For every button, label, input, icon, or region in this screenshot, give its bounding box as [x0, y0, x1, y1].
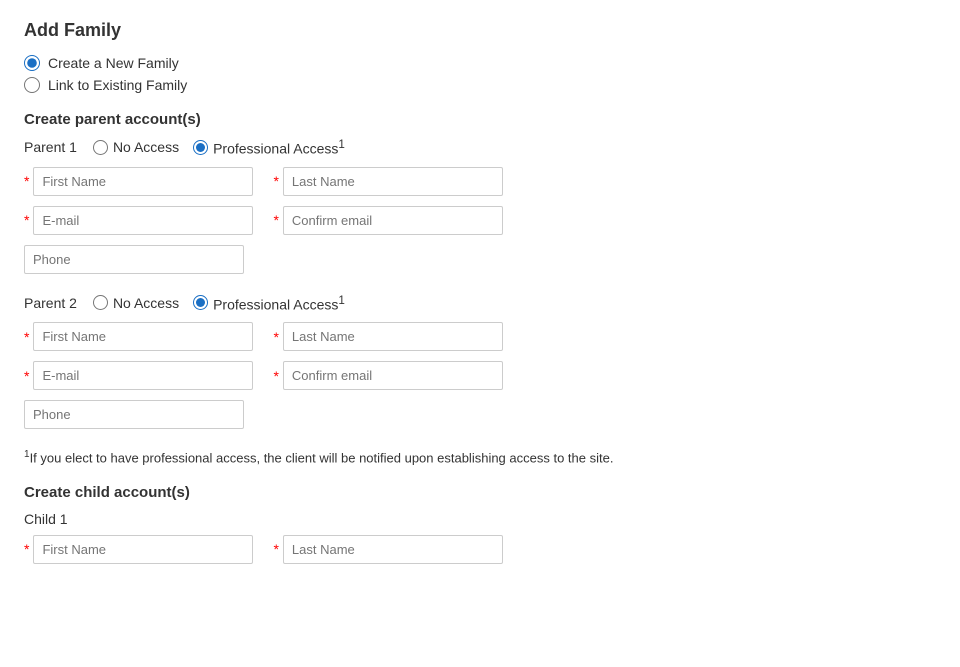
- parent1-no-access-option[interactable]: No Access: [93, 139, 179, 155]
- create-new-family-option[interactable]: Create a New Family: [24, 55, 936, 71]
- parent1-last-name-input[interactable]: [283, 167, 503, 196]
- parent1-first-name-field: *: [24, 167, 253, 196]
- child1-last-name-required: *: [273, 541, 278, 557]
- professional-access-footnote: 1If you elect to have professional acces…: [24, 449, 844, 465]
- parent2-email-row: * *: [24, 361, 936, 390]
- family-type-radio-group: Create a New Family Link to Existing Fam…: [24, 55, 936, 93]
- parent1-access-radio-group: No Access Professional Access1: [93, 138, 345, 157]
- parent2-professional-access-option[interactable]: Professional Access1: [193, 294, 345, 313]
- child1-label: Child 1: [24, 511, 936, 527]
- child1-first-name-input[interactable]: [33, 535, 253, 564]
- parent1-last-name-required: *: [273, 173, 278, 189]
- parent2-phone-row: [24, 400, 936, 429]
- parent1-first-name-required: *: [24, 173, 29, 189]
- parent1-email-input[interactable]: [33, 206, 253, 235]
- create-new-family-radio[interactable]: [24, 55, 40, 71]
- parent1-email-row: * *: [24, 206, 936, 235]
- child-section-title: Create child account(s): [24, 484, 936, 501]
- parent2-professional-access-label: Professional Access1: [213, 294, 345, 313]
- parent2-email-field: *: [24, 361, 253, 390]
- parent2-label-row: Parent 2 No Access Professional Access1: [24, 294, 936, 313]
- child1-first-name-required: *: [24, 541, 29, 557]
- child1-last-name-input[interactable]: [283, 535, 503, 564]
- parent1-phone-field: [24, 245, 244, 274]
- parent1-phone-row: [24, 245, 936, 274]
- parent2-phone-field: [24, 400, 244, 429]
- parent2-confirm-email-input[interactable]: [283, 361, 503, 390]
- parent1-professional-access-option[interactable]: Professional Access1: [193, 138, 345, 157]
- parent2-confirm-email-field: *: [273, 361, 502, 390]
- parent1-professional-access-label: Professional Access1: [213, 138, 345, 157]
- parent1-first-name-input[interactable]: [33, 167, 253, 196]
- parent1-no-access-radio[interactable]: [93, 140, 108, 155]
- parent2-phone-input[interactable]: [24, 400, 244, 429]
- parent1-confirm-email-input[interactable]: [283, 206, 503, 235]
- parent2-email-required: *: [24, 368, 29, 384]
- parent1-phone-input[interactable]: [24, 245, 244, 274]
- parent2-first-name-required: *: [24, 329, 29, 345]
- parent1-label-row: Parent 1 No Access Professional Access1: [24, 138, 936, 157]
- parent-section-title: Create parent account(s): [24, 111, 936, 128]
- parent2-professional-access-radio[interactable]: [193, 295, 208, 310]
- parent2-last-name-input[interactable]: [283, 322, 503, 351]
- parent1-name-row: * *: [24, 167, 936, 196]
- parent2-last-name-required: *: [273, 329, 278, 345]
- parent1-confirm-email-field: *: [273, 206, 502, 235]
- child1-name-row: * *: [24, 535, 936, 564]
- parent1-last-name-field: *: [273, 167, 502, 196]
- parent1-block: Parent 1 No Access Professional Access1 …: [24, 138, 936, 274]
- parent2-block: Parent 2 No Access Professional Access1 …: [24, 294, 936, 430]
- parent1-label: Parent 1: [24, 139, 77, 155]
- link-existing-family-label: Link to Existing Family: [48, 77, 187, 93]
- parent2-label: Parent 2: [24, 295, 77, 311]
- parent2-no-access-label: No Access: [113, 295, 179, 311]
- parent1-confirm-email-required: *: [273, 212, 278, 228]
- parent2-confirm-email-required: *: [273, 368, 278, 384]
- page-title: Add Family: [24, 20, 936, 41]
- parent2-no-access-option[interactable]: No Access: [93, 295, 179, 311]
- parent2-access-radio-group: No Access Professional Access1: [93, 294, 345, 313]
- parent1-professional-access-radio[interactable]: [193, 140, 208, 155]
- child1-last-name-field: *: [273, 535, 502, 564]
- parent1-email-required: *: [24, 212, 29, 228]
- parent2-last-name-field: *: [273, 322, 502, 351]
- parent2-first-name-input[interactable]: [33, 322, 253, 351]
- child1-first-name-field: *: [24, 535, 253, 564]
- link-existing-family-radio[interactable]: [24, 77, 40, 93]
- parent2-email-input[interactable]: [33, 361, 253, 390]
- create-new-family-label: Create a New Family: [48, 55, 179, 71]
- parent1-no-access-label: No Access: [113, 139, 179, 155]
- parent2-no-access-radio[interactable]: [93, 295, 108, 310]
- parent2-name-row: * *: [24, 322, 936, 351]
- parent1-email-field: *: [24, 206, 253, 235]
- parent2-first-name-field: *: [24, 322, 253, 351]
- link-existing-family-option[interactable]: Link to Existing Family: [24, 77, 936, 93]
